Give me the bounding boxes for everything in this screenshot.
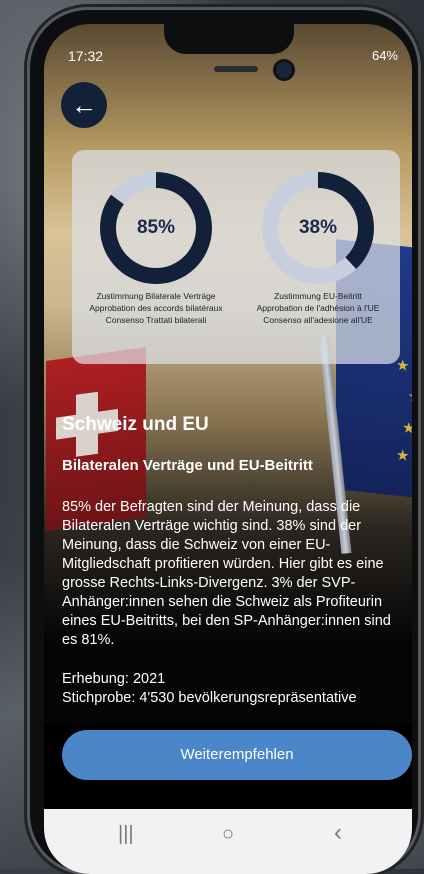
caption-fr: Approbation de l'adhésion à l'UE <box>256 303 380 313</box>
caption-de: Zustimmung Bilaterale Verträge <box>96 291 216 301</box>
article-subtitle: Bilateralen Verträge und EU-Beitritt <box>62 457 313 474</box>
recommend-button[interactable]: Weiterempfehlen <box>62 730 412 780</box>
sample-size: Stichprobe: 4'530 bevölkerungsrepräsenta… <box>62 690 357 706</box>
battery-level: 64% <box>371 48 398 63</box>
donut-chart-bilateral: 85% <box>96 168 216 288</box>
survey-year: Erhebung: 2021 <box>62 671 166 687</box>
donut-value-bilateral: 85% <box>136 217 176 238</box>
donut-chart-eu: 38% <box>258 168 378 288</box>
caption-eu: Zustimmung EU-Beitritt Approbation de l'… <box>236 290 400 326</box>
arrow-left-icon: ← <box>71 90 97 120</box>
status-bar: 17:32 64% <box>68 48 398 68</box>
status-time: 17:32 <box>68 48 104 64</box>
article-title: Schweiz und EU <box>62 414 209 435</box>
caption-fr: Approbation des accords bilatéraux <box>89 303 223 313</box>
caption-de: Zustimmung EU-Beitritt <box>274 291 362 301</box>
android-nav-bar: ||| ○ ‹ <box>44 809 412 874</box>
caption-it: Consenso Trattati bilaterali <box>105 315 207 325</box>
caption-bilateral: Zustimmung Bilaterale Verträge Approbati… <box>74 290 238 326</box>
back-button[interactable]: ← <box>61 82 107 128</box>
caption-it: Consenso all'adesione all'UE <box>263 315 373 325</box>
article-meta: Erhebung: 2021 Stichprobe: 4'530 bevölke… <box>62 670 402 706</box>
back-nav-icon[interactable]: ‹ <box>334 819 342 847</box>
home-icon[interactable]: ○ <box>222 823 234 846</box>
stats-card: 85% Zustimmung Bilaterale Verträge Appro… <box>72 150 400 364</box>
article-body: 85% der Befragten sind der Meinung, dass… <box>62 499 391 648</box>
donut-value-eu: 38% <box>298 217 338 238</box>
app-screen: ★ ★ ★ ★ 17:32 64% ← 85% Zustimmung Bilat… <box>44 24 412 874</box>
recent-apps-icon[interactable]: ||| <box>118 823 134 846</box>
